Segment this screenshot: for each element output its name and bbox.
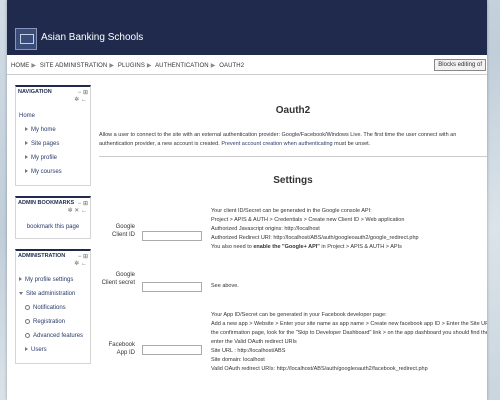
google-client-secret-input[interactable]	[142, 282, 202, 292]
breadcrumb-separator: ▶	[210, 63, 216, 69]
expand-icon	[25, 141, 28, 146]
google-client-secret-help: See above.	[211, 283, 239, 289]
background-building	[0, 0, 7, 400]
main-content: Oauth2 Allow a user to connect to the si…	[99, 85, 487, 372]
help-line: Site domain: localhost	[211, 357, 265, 363]
expand-icon	[19, 277, 22, 282]
navbar: HOME ▶ SITE ADMINISTRATION ▶ PLUGINS ▶ AUTH…	[7, 55, 487, 75]
blocks-editing-button[interactable]: Blocks editing of	[434, 59, 486, 71]
settings-heading: Settings	[273, 175, 313, 186]
expand-icon	[25, 155, 28, 160]
nav-label: My profile settings	[25, 277, 74, 283]
nav-label: Site administration	[26, 291, 76, 297]
block-controls-icon[interactable]: − ⊞	[78, 253, 88, 260]
divider	[99, 156, 487, 157]
help-line: Add a new app > Website > Enter your sit…	[211, 321, 487, 327]
nav-site-pages[interactable]: Site pages	[19, 137, 87, 151]
block-config-icon[interactable]: ✲ ✕ ←	[68, 207, 87, 214]
nav-label: Notifications	[33, 305, 66, 311]
help-line: Your client ID/Secret can be generated i…	[211, 208, 372, 214]
plugin-description: Allow a user to connect to the site with…	[99, 131, 487, 149]
nav-label: Site pages	[31, 141, 60, 147]
block-config-icon[interactable]: ✲ ←	[74, 260, 87, 267]
google-client-secret-label: Google Client secret	[101, 272, 135, 286]
admin-bookmarks-block: ADMIN BOOKMARKS − ⊞ ✲ ✕ ← bookmark this …	[15, 196, 91, 239]
help-line: Authorized Javascript origins: http://lo…	[211, 226, 320, 232]
help-line: You also need to enable the "Google+ API…	[211, 243, 487, 252]
block-header: ADMIN BOOKMARKS − ⊞ ✲ ✕ ←	[16, 198, 90, 214]
bookmark-this-page-link[interactable]: bookmark this page	[16, 214, 90, 238]
facebook-app-id-help: Your App ID/Secret can be generated in y…	[211, 311, 487, 374]
background-building	[487, 0, 500, 400]
administration-title: ADMINISTRATION	[18, 253, 66, 259]
block-controls-icon[interactable]: − ⊞	[78, 200, 88, 207]
help-suffix: in Project > APIS & AUTH > APIs	[319, 244, 402, 250]
page-title: Oauth2	[275, 105, 311, 116]
facebook-app-id-label: Facebook App ID	[108, 342, 135, 356]
block-controls-icon[interactable]: − ⊞	[78, 89, 88, 96]
expand-icon	[25, 169, 28, 174]
breadcrumb: HOME ▶ SITE ADMINISTRATION ▶ PLUGINS ▶ AUTH…	[11, 62, 246, 69]
block-body: Home My home Site pages My profile My co…	[16, 103, 90, 185]
nav-my-home[interactable]: My home	[19, 123, 87, 137]
expand-icon	[25, 347, 28, 352]
nav-home[interactable]: Home	[19, 109, 87, 123]
prevent-account-creation-link[interactable]: Prevent account creation when authentica…	[221, 141, 332, 147]
help-line: Project > APIS & AUTH > Credentials > Cr…	[211, 217, 405, 223]
gear-icon	[25, 318, 30, 324]
help-line: Valid OAuth redirect URIs: http://localh…	[211, 366, 428, 372]
nav-label: Advanced features	[33, 333, 84, 339]
collapse-icon	[19, 291, 23, 295]
left-sidebar: NAVIGATION − ⊞ ✲ ← Home My home Site pag…	[15, 85, 91, 374]
expand-icon	[25, 127, 28, 132]
admin-advanced-features[interactable]: Advanced features	[19, 329, 87, 343]
breadcrumb-plugins[interactable]: PLUGINS	[118, 63, 145, 69]
help-line: Your App ID/Secret can be generated in y…	[211, 312, 387, 318]
facebook-app-id-input[interactable]	[142, 345, 202, 355]
breadcrumb-home[interactable]: HOME	[11, 63, 29, 69]
site-header: Asian Banking Schools	[7, 0, 487, 55]
nav-label: My courses	[31, 169, 62, 175]
help-line: the confirmation page, look for the "Ski…	[211, 330, 487, 336]
admin-users[interactable]: Users	[19, 343, 87, 357]
nav-label: Users	[31, 347, 47, 353]
nav-label: My profile	[31, 155, 58, 161]
block-header: NAVIGATION − ⊞ ✲ ←	[16, 87, 90, 103]
breadcrumb-oauth2: OAUTH2	[219, 63, 245, 69]
breadcrumb-separator: ▶	[146, 63, 152, 69]
navigation-title: NAVIGATION	[18, 89, 52, 95]
admin-notifications[interactable]: Notifications	[19, 301, 87, 315]
help-prefix: You also need to	[211, 244, 254, 250]
breadcrumb-authentication[interactable]: AUTHENTICATION	[155, 63, 209, 69]
block-header: ADMINISTRATION − ⊞ ✲ ←	[16, 251, 90, 267]
help-line: enter the Valid OAuth redirect URIs	[211, 339, 297, 345]
admin-registration[interactable]: Registration	[19, 315, 87, 329]
nav-label: My home	[31, 127, 56, 133]
breadcrumb-separator: ▶	[31, 63, 37, 69]
block-body: My profile settings Site administration …	[16, 267, 90, 363]
admin-site-administration[interactable]: Site administration	[19, 287, 87, 301]
site-logo[interactable]	[15, 28, 37, 50]
google-client-id-label: Google Client ID	[111, 224, 135, 238]
gear-icon	[25, 304, 30, 310]
gear-icon	[25, 332, 30, 338]
nav-my-courses[interactable]: My courses	[19, 165, 87, 179]
navigation-block: NAVIGATION − ⊞ ✲ ← Home My home Site pag…	[15, 85, 91, 186]
google-client-id-help: Your client ID/Secret can be generated i…	[211, 207, 487, 252]
site-name[interactable]: Asian Banking Schools	[41, 32, 143, 43]
description-suffix: must be unset.	[332, 141, 371, 147]
breadcrumb-site-administration[interactable]: SITE ADMINISTRATION	[40, 63, 107, 69]
admin-my-profile-settings[interactable]: My profile settings	[19, 273, 87, 287]
nav-label: Registration	[33, 319, 66, 325]
admin-bookmarks-title: ADMIN BOOKMARKS	[18, 200, 75, 206]
nav-my-profile[interactable]: My profile	[19, 151, 87, 165]
google-client-id-input[interactable]	[142, 231, 202, 241]
help-bold: enable the "Google+ API"	[253, 244, 320, 250]
browser-page: Asian Banking Schools HOME ▶ SITE ADMINIS…	[7, 0, 487, 400]
help-line: Site URL : http://localhost/ABS	[211, 348, 286, 354]
breadcrumb-separator: ▶	[109, 63, 115, 69]
block-config-icon[interactable]: ✲ ←	[74, 96, 87, 103]
administration-block: ADMINISTRATION − ⊞ ✲ ← My profile settin…	[15, 249, 91, 364]
help-line: Authorized Redirect URI: http://localhos…	[211, 235, 419, 241]
